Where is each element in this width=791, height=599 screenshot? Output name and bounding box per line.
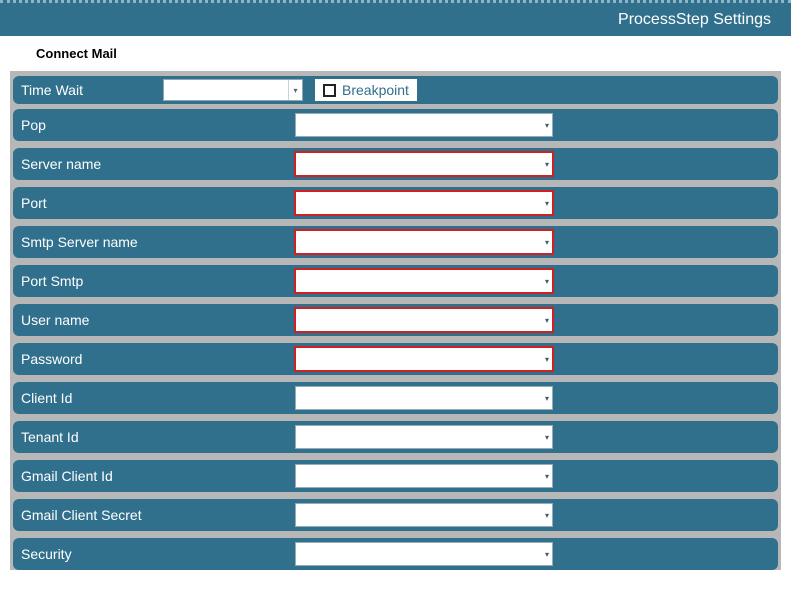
chevron-down-icon: ▾ [545, 387, 549, 409]
header-title: ProcessStep Settings [618, 11, 771, 29]
field-select[interactable]: ▾ [295, 347, 553, 371]
field-row: Port Smtp ▾ [13, 265, 778, 297]
chevron-down-icon: ▾ [545, 153, 549, 175]
field-select[interactable]: ▾ [295, 152, 553, 176]
field-select[interactable]: ▾ [295, 269, 553, 293]
chevron-down-icon: ▾ [545, 426, 549, 448]
field-row: Security ▾ [13, 538, 778, 570]
field-label: Security [21, 546, 295, 562]
time-wait-row: Time Wait ▾ Breakpoint [13, 76, 778, 104]
page-header: ProcessStep Settings [0, 0, 791, 36]
field-label: Pop [21, 117, 295, 133]
field-label: Server name [21, 156, 295, 172]
field-label: Gmail Client Id [21, 468, 295, 484]
chevron-down-icon: ▾ [545, 309, 549, 331]
field-label: Tenant Id [21, 429, 295, 445]
field-row: Tenant Id ▾ [13, 421, 778, 453]
field-row: Port ▾ [13, 187, 778, 219]
field-row: Pop ▾ [13, 109, 778, 141]
field-select[interactable]: ▾ [295, 503, 553, 527]
field-row: Smtp Server name ▾ [13, 226, 778, 258]
field-row: Password ▾ [13, 343, 778, 375]
field-row: Gmail Client Secret ▾ [13, 499, 778, 531]
chevron-down-icon: ▾ [545, 348, 549, 370]
field-row: User name ▾ [13, 304, 778, 336]
field-select[interactable]: ▾ [295, 191, 553, 215]
field-select[interactable]: ▾ [295, 425, 553, 449]
chevron-down-icon: ▾ [288, 80, 302, 100]
chevron-down-icon: ▾ [545, 270, 549, 292]
field-row: Client Id ▾ [13, 382, 778, 414]
chevron-down-icon: ▾ [545, 114, 549, 136]
field-label: Password [21, 351, 295, 367]
time-wait-label: Time Wait [21, 82, 163, 98]
field-select[interactable]: ▾ [295, 308, 553, 332]
breakpoint-label: Breakpoint [342, 82, 409, 98]
field-label: Port [21, 195, 295, 211]
chevron-down-icon: ▾ [545, 231, 549, 253]
field-label: Client Id [21, 390, 295, 406]
field-label: Port Smtp [21, 273, 295, 289]
chevron-down-icon: ▾ [545, 192, 549, 214]
field-select[interactable]: ▾ [295, 386, 553, 410]
field-label: Gmail Client Secret [21, 507, 295, 523]
chevron-down-icon: ▾ [545, 504, 549, 526]
chevron-down-icon: ▾ [545, 465, 549, 487]
fields-container: Pop▾Server name▾Port▾Smtp Server name▾Po… [13, 109, 778, 570]
chevron-down-icon: ▾ [545, 543, 549, 565]
field-row: Gmail Client Id ▾ [13, 460, 778, 492]
field-row: Server name ▾ [13, 148, 778, 180]
breakpoint-toggle[interactable]: Breakpoint [313, 77, 419, 103]
breakpoint-checkbox[interactable] [323, 84, 336, 97]
field-select[interactable]: ▾ [295, 230, 553, 254]
section-title: Connect Mail [0, 36, 791, 71]
field-select[interactable]: ▾ [295, 113, 553, 137]
field-select[interactable]: ▾ [295, 542, 553, 566]
form-area: Time Wait ▾ Breakpoint Pop▾Server name▾P… [10, 71, 781, 570]
field-select[interactable]: ▾ [295, 464, 553, 488]
field-label: User name [21, 312, 295, 328]
time-wait-select[interactable]: ▾ [163, 79, 303, 101]
field-label: Smtp Server name [21, 234, 295, 250]
